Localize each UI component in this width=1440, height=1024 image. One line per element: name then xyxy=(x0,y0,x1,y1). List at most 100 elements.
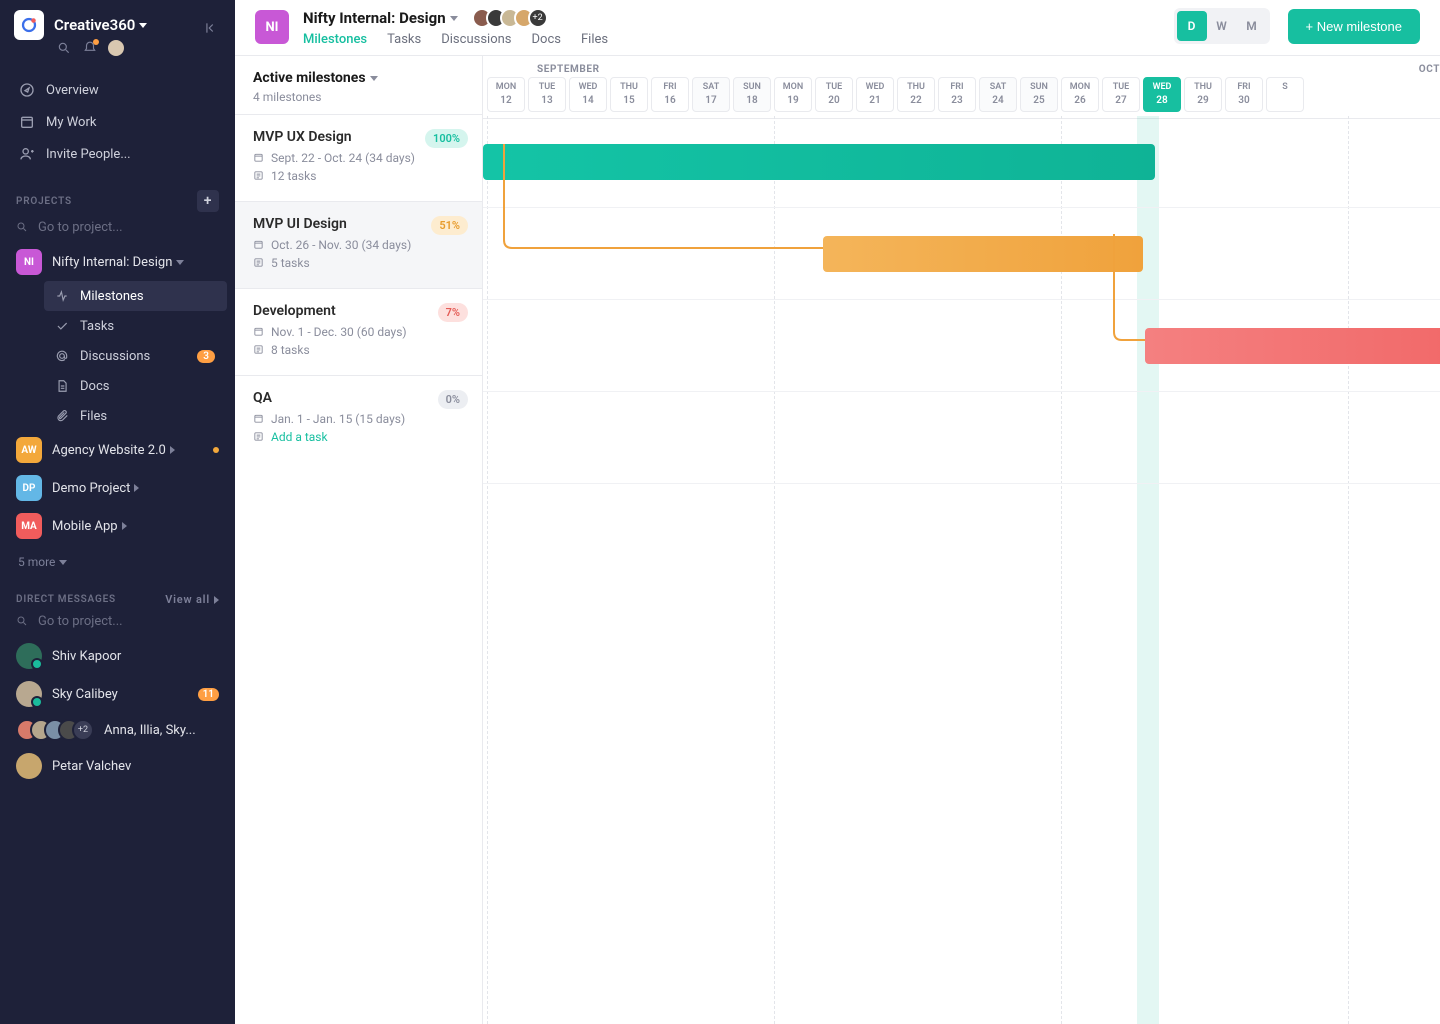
chevron-icon xyxy=(122,522,127,530)
avatars-more[interactable]: +2 xyxy=(528,8,548,28)
timeline-day[interactable]: THU29 xyxy=(1184,77,1222,112)
project-badge-icon: DP xyxy=(16,475,42,501)
dm-item[interactable]: Shiv Kapoor xyxy=(0,637,235,675)
project-subitem-files[interactable]: Files xyxy=(44,401,227,431)
timeline-day[interactable]: TUE20 xyxy=(815,77,853,112)
compass-icon xyxy=(18,81,36,99)
new-milestone-button[interactable]: + New milestone xyxy=(1288,9,1420,44)
projects-heading: PROJECTS xyxy=(16,196,72,207)
timeline-day[interactable]: SUN25 xyxy=(1020,77,1058,112)
workspace-name[interactable]: Creative360 xyxy=(54,16,147,34)
project-title[interactable]: Nifty Internal: Design xyxy=(303,9,458,27)
doc-icon xyxy=(54,378,70,394)
milestone-item[interactable]: MVP UI Design Oct. 26 - Nov. 30 (34 days… xyxy=(235,201,482,288)
subitem-label: Milestones xyxy=(80,289,144,304)
project-subitem-docs[interactable]: Docs xyxy=(44,371,227,401)
sidebar-project[interactable]: AW Agency Website 2.0 xyxy=(0,431,235,469)
topbar: NI Nifty Internal: Design +2 Miles xyxy=(235,0,1440,56)
member-avatars[interactable]: +2 xyxy=(472,8,548,28)
milestone-sidebar: Active milestones 4 milestones MVP UX De… xyxy=(235,56,483,1024)
milestone-bar-dev[interactable] xyxy=(1145,328,1440,364)
milestone-item[interactable]: QA Jan. 1 - Jan. 15 (15 days) Add a task… xyxy=(235,375,482,462)
status-dot xyxy=(213,447,219,453)
milestone-item[interactable]: MVP UX Design Sept. 22 - Oct. 24 (34 day… xyxy=(235,114,482,201)
timeline[interactable]: SEPTEMBER OCT MON12TUE13WED14THU15FRI16S… xyxy=(483,56,1440,1024)
timeline-day[interactable]: S xyxy=(1266,77,1304,112)
dm-item[interactable]: Sky Calibey 11 xyxy=(0,675,235,713)
sidebar-project[interactable]: DP Demo Project xyxy=(0,469,235,507)
collapse-sidebar-icon[interactable] xyxy=(201,18,221,38)
timeline-day[interactable]: MON19 xyxy=(774,77,812,112)
timeline-day[interactable]: WED14 xyxy=(569,77,607,112)
add-task-link[interactable]: Add a task xyxy=(271,430,328,444)
project-subitem-tasks[interactable]: Tasks xyxy=(44,311,227,341)
chevron-icon xyxy=(170,446,175,454)
view-toggle: DWM xyxy=(1174,8,1270,44)
timeline-day[interactable]: THU15 xyxy=(610,77,648,112)
timeline-day[interactable]: SUN18 xyxy=(733,77,771,112)
timeline-day[interactable]: SAT24 xyxy=(979,77,1017,112)
bell-icon[interactable] xyxy=(82,40,98,56)
chevron-down-icon xyxy=(59,560,67,565)
search-icon[interactable] xyxy=(56,40,72,56)
dm-item[interactable]: Petar Valchev xyxy=(0,747,235,785)
timeline-day[interactable]: MON26 xyxy=(1061,77,1099,112)
timeline-day[interactable]: WED28 xyxy=(1143,77,1181,112)
project-subitem-discussions[interactable]: Discussions3 xyxy=(44,341,227,371)
milestone-filter[interactable]: Active milestones xyxy=(253,70,464,86)
dm-search[interactable]: Go to project... xyxy=(0,612,235,637)
project-name: Mobile App xyxy=(52,519,127,534)
project-search[interactable]: Go to project... xyxy=(0,218,235,243)
group-avatar: +2 xyxy=(16,719,94,741)
workspace-logo[interactable] xyxy=(14,10,44,40)
milestone-dates: Oct. 26 - Nov. 30 (34 days) xyxy=(253,238,464,252)
timeline-day[interactable]: TUE13 xyxy=(528,77,566,112)
search-icon xyxy=(16,615,30,629)
nav-my-work[interactable]: My Work xyxy=(8,106,227,138)
timeline-day[interactable]: FRI23 xyxy=(938,77,976,112)
milestone-bar-ui[interactable] xyxy=(823,236,1143,272)
milestone-item[interactable]: Development Nov. 1 - Dec. 30 (60 days) 8… xyxy=(235,288,482,375)
dependency-arrow xyxy=(503,144,843,254)
subitem-badge: 3 xyxy=(197,350,215,363)
tab-docs[interactable]: Docs xyxy=(532,32,561,58)
sidebar-project[interactable]: MA Mobile App xyxy=(0,507,235,545)
timeline-day[interactable]: TUE27 xyxy=(1102,77,1140,112)
nav-invite[interactable]: Invite People... xyxy=(8,138,227,170)
timeline-day[interactable]: FRI16 xyxy=(651,77,689,112)
milestone-name: Development xyxy=(253,303,464,319)
tab-discussions[interactable]: Discussions xyxy=(441,32,511,58)
milestone-tasks: 5 tasks xyxy=(253,256,464,270)
avatar xyxy=(16,643,42,669)
timeline-day[interactable]: MON12 xyxy=(487,77,525,112)
view-d[interactable]: D xyxy=(1177,11,1207,41)
clip-icon xyxy=(54,408,70,424)
sidebar: Creative360 Overview My Work xyxy=(0,0,235,1024)
dm-item[interactable]: +2 Anna, Illia, Sky... xyxy=(0,713,235,747)
view-w[interactable]: W xyxy=(1207,11,1237,41)
timeline-day[interactable]: WED21 xyxy=(856,77,894,112)
milestone-count: 4 milestones xyxy=(253,90,464,104)
timeline-month: SEPTEMBER xyxy=(483,56,1419,77)
nav-overview[interactable]: Overview xyxy=(8,74,227,106)
sidebar-project[interactable]: NI Nifty Internal: Design xyxy=(0,243,235,281)
projects-more[interactable]: 5 more xyxy=(0,545,235,579)
timeline-day[interactable]: SAT17 xyxy=(692,77,730,112)
tab-milestones[interactable]: Milestones xyxy=(303,32,367,58)
project-badge: NI xyxy=(255,10,289,44)
list-icon xyxy=(253,170,265,182)
milestone-percent: 0% xyxy=(438,390,468,409)
view-m[interactable]: M xyxy=(1237,11,1267,41)
avatar-mini[interactable] xyxy=(108,40,124,56)
timeline-month-next: OCT xyxy=(1419,56,1440,77)
subitem-label: Tasks xyxy=(80,319,114,334)
chevron-down-icon xyxy=(450,16,458,21)
tab-files[interactable]: Files xyxy=(581,32,608,58)
project-subitem-milestones[interactable]: Milestones xyxy=(44,281,227,311)
timeline-day[interactable]: THU22 xyxy=(897,77,935,112)
add-project-button[interactable]: + xyxy=(197,190,219,212)
dm-view-all[interactable]: View all xyxy=(165,593,219,606)
timeline-day[interactable]: FRI30 xyxy=(1225,77,1263,112)
tab-tasks[interactable]: Tasks xyxy=(387,32,421,58)
calendar-icon xyxy=(253,239,265,251)
